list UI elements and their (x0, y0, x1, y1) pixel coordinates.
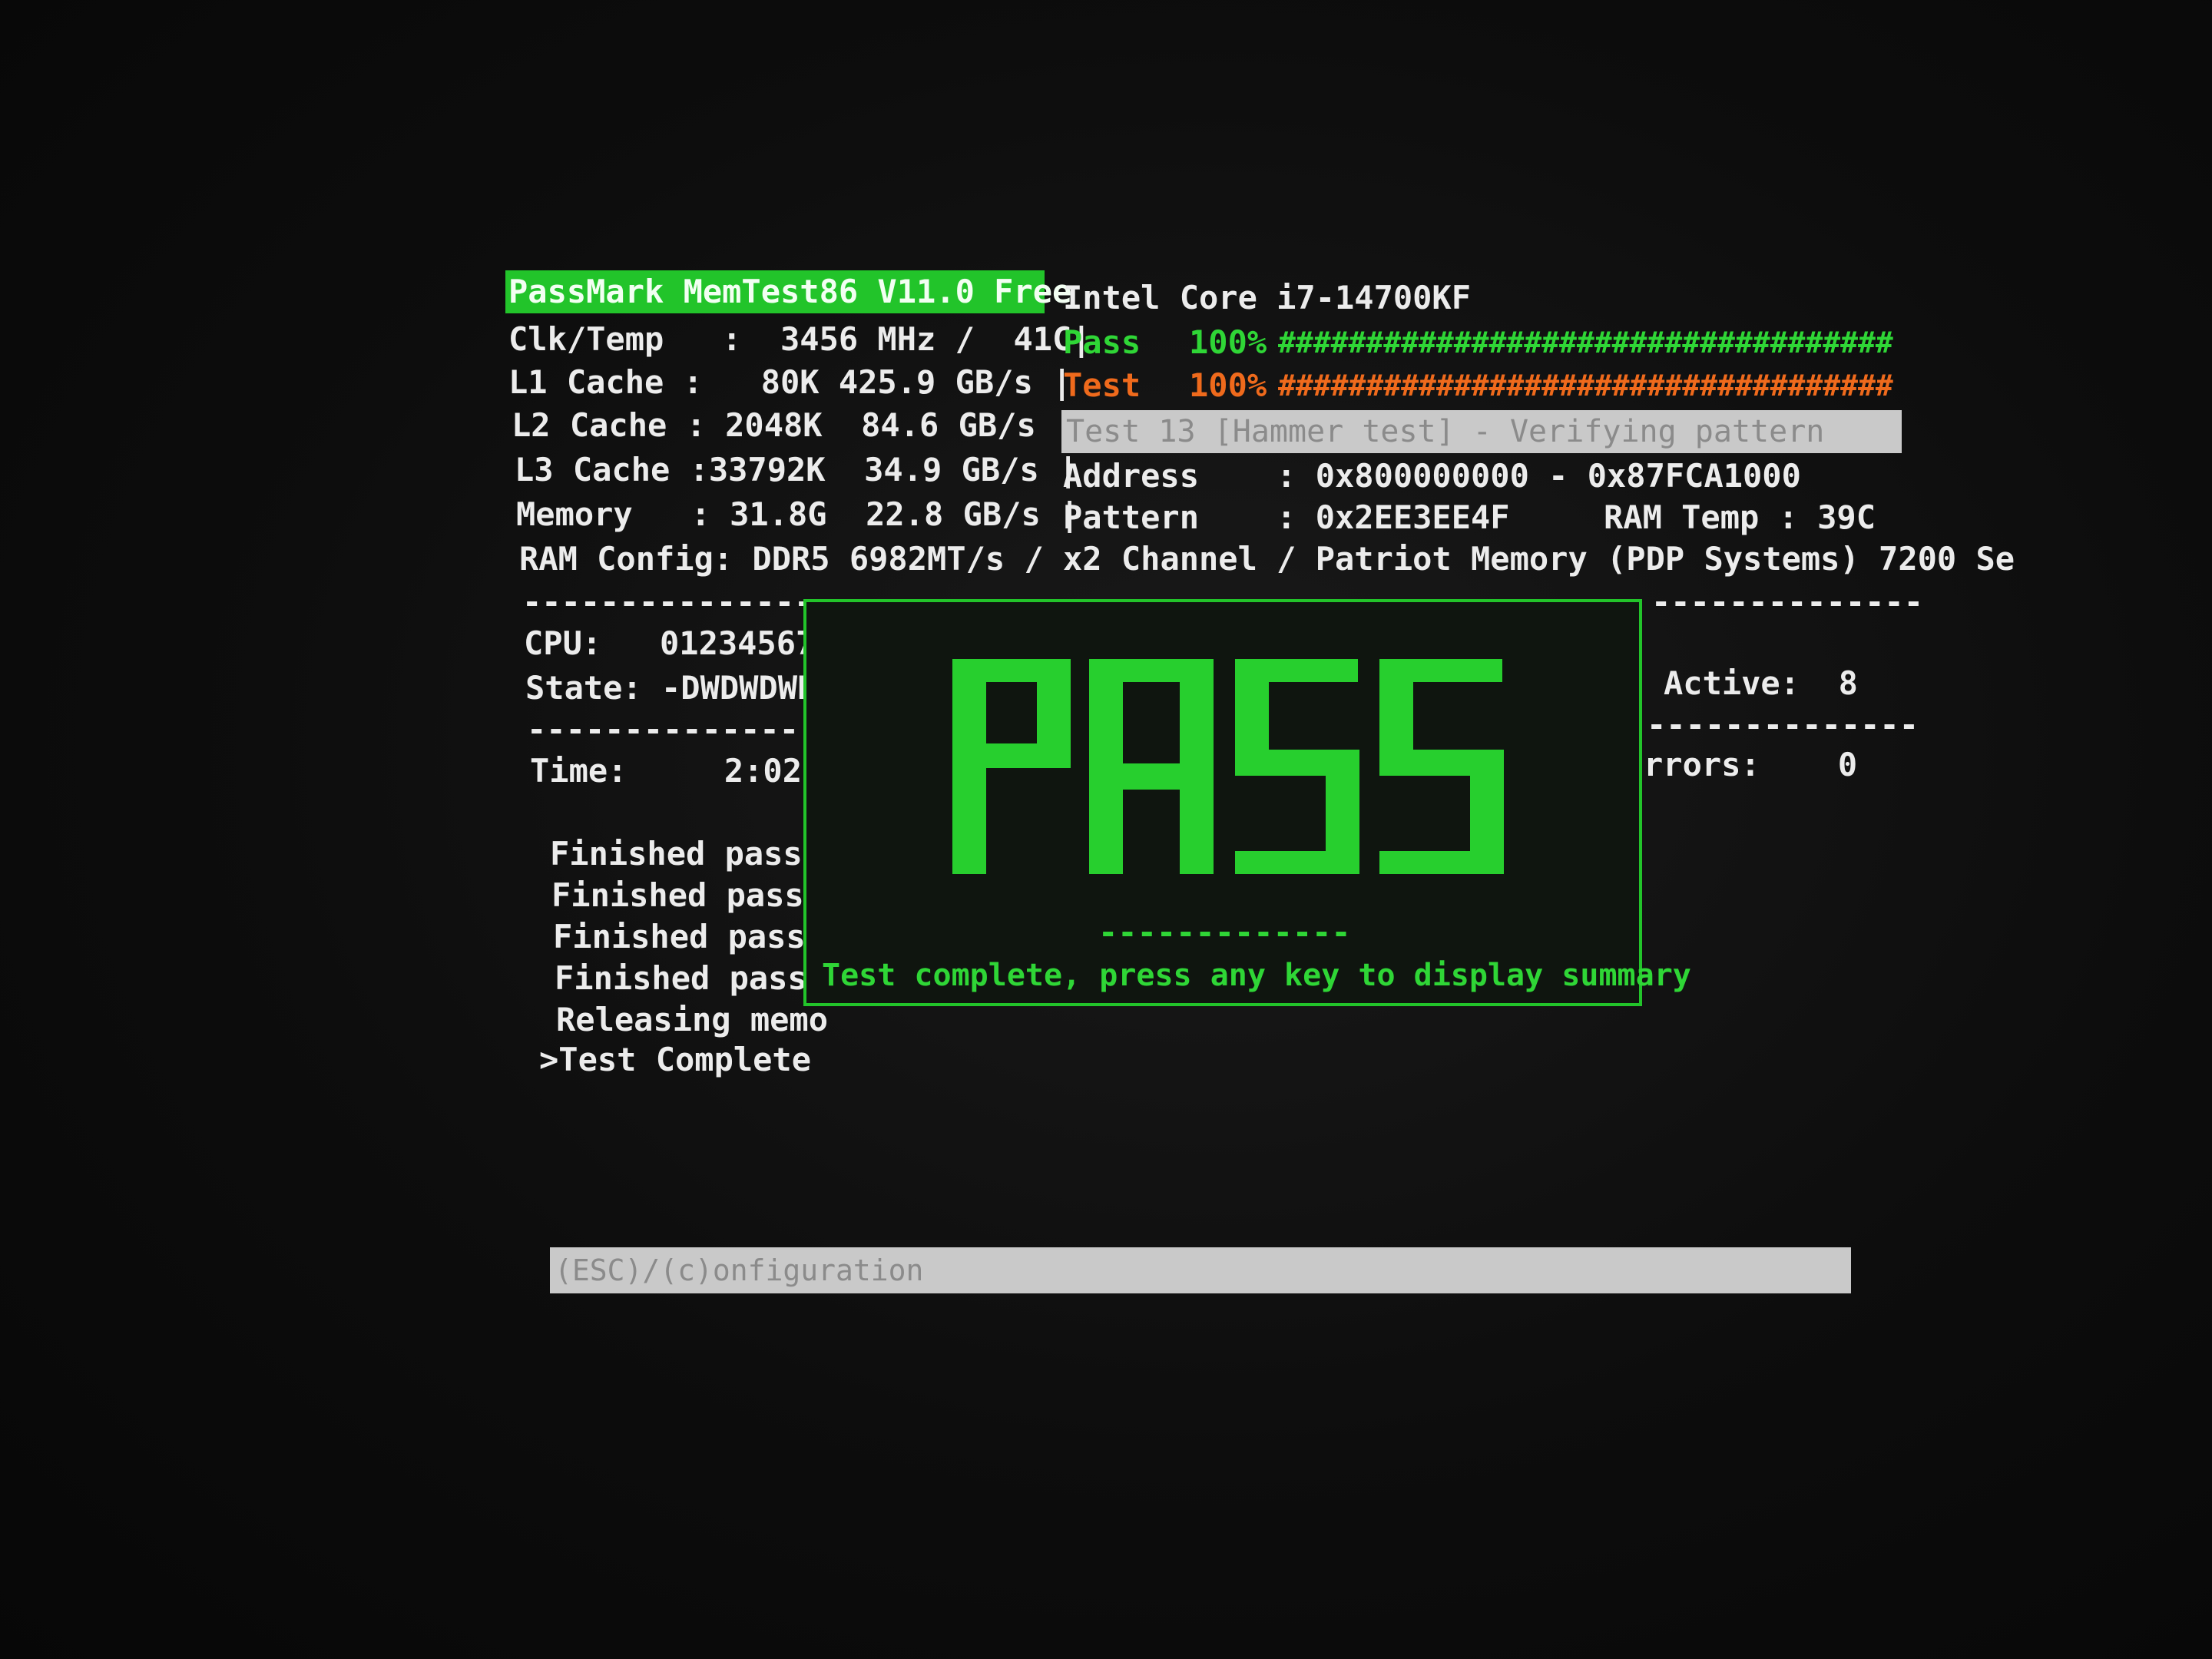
l3-cache-line: L3 Cache :33792K 34.9 GB/s | (515, 451, 1078, 488)
configuration-hint-bar[interactable]: (ESC)/(c)onfiguration (550, 1247, 1851, 1293)
address-line: Address : 0x800000000 - 0x87FCA1000 (1063, 457, 1801, 495)
time-line: Time: 2:02: (530, 752, 822, 790)
log-line: >Test Complete (539, 1041, 812, 1078)
ram-temp: RAM Temp : 39C (1604, 498, 1876, 536)
clk-temp-line: Clk/Temp : 3456 MHz / 41C| (508, 320, 1091, 358)
test-percent: 100% (1189, 366, 1267, 404)
test-label: Test (1063, 366, 1141, 404)
pass-banner-icon (952, 659, 1504, 874)
test-progress-bar: ################################### (1278, 369, 1893, 402)
cpu-line: CPU: 01234567 (524, 624, 816, 662)
log-line: Finished pass (555, 959, 807, 997)
errors-line: rrors: 0 (1644, 746, 1858, 783)
ram-config-line: RAM Config: DDR5 6982MT/s / x2 Channel /… (519, 540, 2015, 578)
log-line: Finished pass (551, 876, 804, 914)
log-line: Releasing memo (556, 1001, 829, 1038)
memtest-screen: PassMark MemTest86 V11.0 Free Intel Core… (0, 0, 2212, 1659)
result-divider: ------------- (1098, 913, 1351, 951)
pattern-line: Pattern : 0x2EE3EE4F (1063, 498, 1510, 536)
l1-cache-line: L1 Cache : 80K 425.9 GB/s | (508, 363, 1072, 401)
l2-cache-line: L2 Cache : 2048K 84.6 GB/s | (512, 406, 1075, 444)
log-line: Finished pass (550, 835, 803, 873)
result-message[interactable]: Test complete, press any key to display … (822, 954, 1691, 997)
pass-percent: 100% (1189, 323, 1267, 361)
memory-line: Memory : 31.8G 22.8 GB/s | (516, 495, 1080, 533)
right-divider-top: -------------- (1651, 583, 1924, 621)
current-test-bar: Test 13 [Hammer test] - Verifying patter… (1061, 410, 1902, 453)
log-line: Finished pass (553, 918, 806, 955)
right-divider-mid: -------------- (1647, 706, 1919, 743)
state-line: State: -DWDWDWD (525, 669, 817, 707)
left-divider-mid: --------------- (527, 710, 819, 748)
active-line: Active: 8 (1664, 664, 1858, 702)
pass-label: Pass (1063, 323, 1141, 361)
pass-progress-bar: ################################### (1278, 326, 1893, 359)
app-title-badge: PassMark MemTest86 V11.0 Free (505, 270, 1071, 313)
left-divider-top: --------------- (522, 583, 814, 621)
cpu-name: Intel Core i7-14700KF (1063, 279, 1472, 316)
